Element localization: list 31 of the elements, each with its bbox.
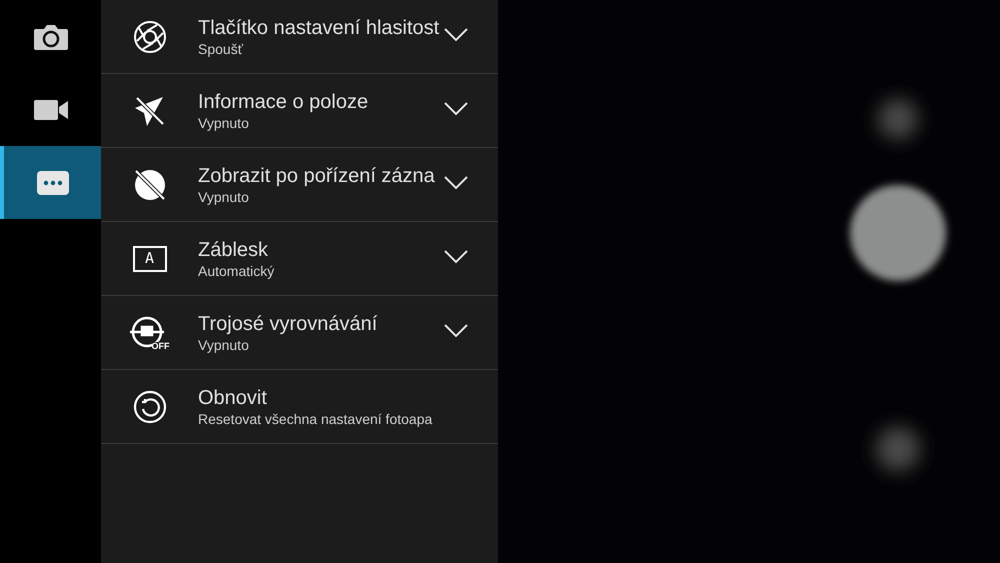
camera-icon xyxy=(32,22,68,50)
reset-icon xyxy=(132,390,166,424)
video-camera-icon xyxy=(32,98,68,122)
chevron-down-icon[interactable] xyxy=(444,102,468,116)
flash-auto-icon: A xyxy=(132,246,166,272)
setting-title: Obnovit xyxy=(198,386,268,410)
setting-row[interactable]: Zobrazit po pořízení zázna Vypnuto xyxy=(101,148,498,222)
setting-row[interactable]: Informace o poloze Vypnuto xyxy=(101,74,498,148)
setting-title: Zobrazit po pořízení zázna xyxy=(198,164,435,188)
chevron-down-icon[interactable] xyxy=(444,324,468,338)
setting-title: Záblesk xyxy=(198,238,270,262)
aperture-icon xyxy=(132,20,166,54)
setting-row[interactable]: Obnovit Resetovat všechna nastavení fotoapa xyxy=(101,370,498,444)
chevron-down-icon[interactable] xyxy=(444,28,468,42)
setting-row[interactable]: Tlačítko nastavení hlasitost Spoušť xyxy=(101,0,498,74)
setting-value: Spoušť xyxy=(198,40,244,58)
setting-title: Informace o poloze xyxy=(198,90,368,114)
chevron-down-icon[interactable] xyxy=(444,176,468,190)
setting-title: Tlačítko nastavení hlasitost xyxy=(198,16,440,40)
setting-value: Resetovat všechna nastavení fotoapa xyxy=(198,410,432,428)
setting-value: Vypnuto xyxy=(198,188,250,206)
setting-value: Vypnuto xyxy=(198,114,250,132)
chevron-down-icon[interactable] xyxy=(444,250,468,264)
setting-row[interactable]: OFF Trojosé vyrovnávání Vypnuto xyxy=(101,296,498,370)
setting-value: Automatický xyxy=(198,262,274,280)
setting-title: Trojosé vyrovnávání xyxy=(198,312,378,336)
mode-tab[interactable] xyxy=(0,146,101,219)
more-icon xyxy=(36,170,70,196)
setting-value: Vypnuto xyxy=(198,336,250,354)
crossed-preview-icon xyxy=(132,168,166,202)
setting-row[interactable]: A Záblesk Automatický xyxy=(101,222,498,296)
